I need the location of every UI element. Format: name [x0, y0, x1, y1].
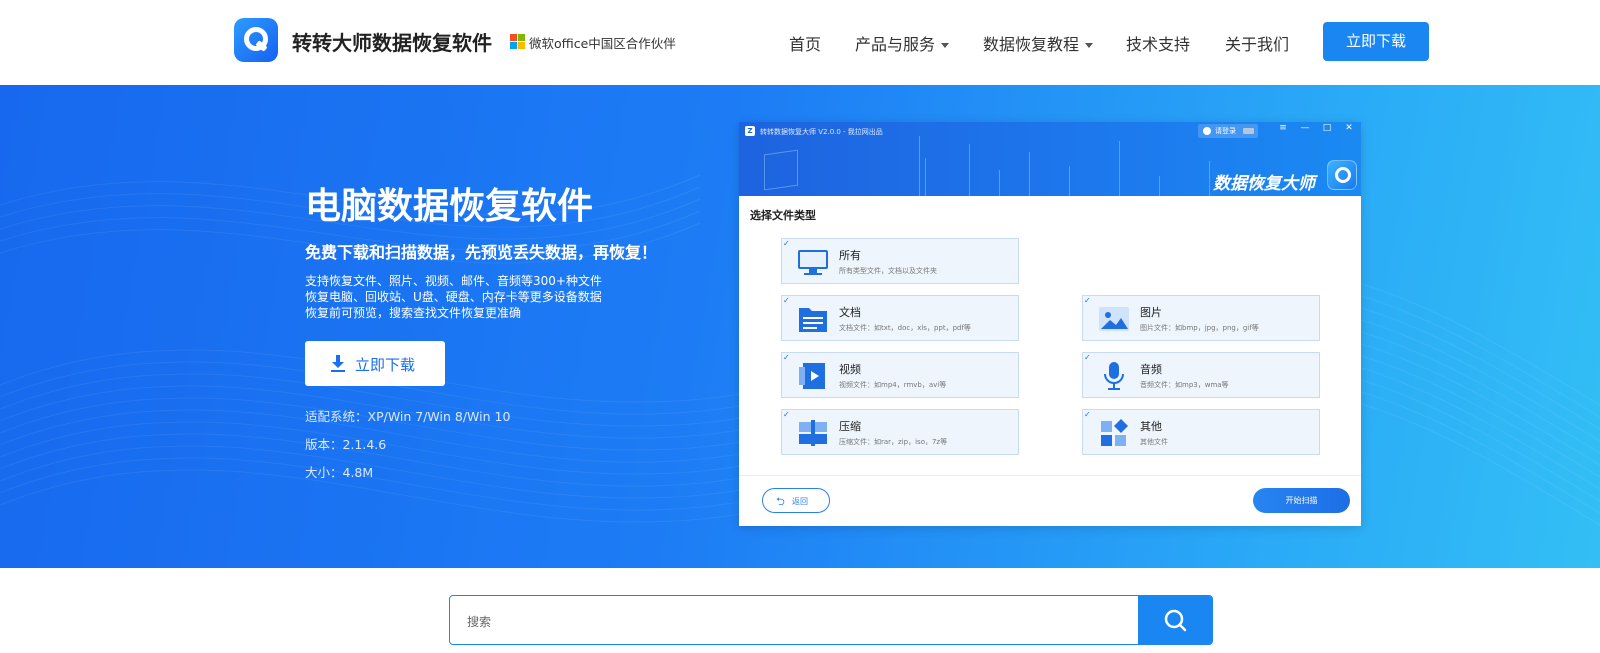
monitor-icon — [798, 250, 828, 275]
hero-title: 电脑数据恢复软件 — [305, 186, 594, 227]
checkbox-icon[interactable]: ✓ — [783, 239, 790, 248]
hero-subtitle: 免费下载和扫描数据，先预览丢失数据，再恢复！ — [305, 243, 658, 262]
checkbox-icon[interactable]: ✓ — [1084, 296, 1091, 305]
app-icon: Z — [745, 126, 755, 136]
microphone-icon — [1104, 362, 1124, 390]
card-description: 视频文件：如mp4，rmvb，avi等 — [839, 381, 947, 389]
menu-icon[interactable]: ≡ — [1276, 123, 1290, 133]
start-scan-button[interactable]: 开始扫描 — [1253, 488, 1350, 513]
search-button[interactable] — [1138, 596, 1212, 644]
document-icon — [799, 308, 827, 332]
checkbox-icon[interactable]: ✓ — [783, 296, 790, 305]
vip-badge-icon — [1243, 128, 1254, 134]
nav-support[interactable]: 技术支持 — [1126, 31, 1190, 55]
nav-products-label: 产品与服务 — [855, 35, 936, 54]
search-icon — [1164, 609, 1187, 632]
card-name: 图片 — [1140, 306, 1162, 319]
checkbox-icon[interactable]: ✓ — [1084, 410, 1091, 419]
app-window-title: 转转数据恢复大师 V2.0.0 - 我拉网出品 — [760, 128, 883, 136]
file-type-card-images[interactable]: ✓ 图片 图片文件：如bmp，jpg，png，gif等 — [1082, 295, 1320, 341]
nav-tutorials-label: 数据恢复教程 — [983, 35, 1080, 54]
nav-about-label: 关于我们 — [1225, 35, 1290, 54]
nav-support-label: 技术支持 — [1126, 35, 1191, 54]
checkbox-icon[interactable]: ✓ — [1084, 353, 1091, 362]
search-input[interactable]: 搜索 — [467, 613, 491, 630]
back-arrow-icon: ⮌ — [776, 495, 785, 508]
card-description: 所有类型文件，文档以及文件夹 — [839, 267, 937, 275]
nav-home[interactable]: 首页 — [789, 31, 821, 55]
hero-feature: 恢复前可预览，搜索查找文件恢复更准确 — [305, 306, 522, 320]
file-type-card-video[interactable]: ✓ 视频 视频文件：如mp4，rmvb，avi等 — [781, 352, 1019, 398]
system-requirements: 适配系统：XP/Win 7/Win 8/Win 10 — [305, 409, 511, 424]
login-label: 请登录 — [1215, 127, 1236, 135]
video-icon — [799, 363, 825, 389]
file-type-card-other[interactable]: ✓ 其他 其他文件 — [1082, 409, 1320, 455]
card-description: 图片文件：如bmp，jpg，png，gif等 — [1140, 324, 1259, 332]
nav-products[interactable]: 产品与服务 — [855, 31, 950, 55]
header-download-button[interactable]: 立即下载 — [1323, 22, 1429, 61]
card-name: 所有 — [839, 249, 861, 262]
hero-feature: 恢复电脑、回收站、U盘、硬盘、内存卡等更多设备数据 — [305, 290, 602, 304]
card-name: 视频 — [839, 363, 861, 376]
brand-logo-icon[interactable] — [234, 18, 278, 62]
caret-down-icon — [941, 43, 950, 48]
checkbox-icon[interactable]: ✓ — [783, 410, 790, 419]
app-logo-icon — [1327, 160, 1357, 190]
close-icon[interactable]: ✕ — [1342, 123, 1356, 133]
file-type-card-documents[interactable]: ✓ 文档 文档文件：如txt，doc，xls，ppt，pdf等 — [781, 295, 1019, 341]
user-icon — [1203, 127, 1211, 135]
download-icon — [331, 355, 345, 372]
size-info: 大小：4.8M — [305, 465, 374, 480]
card-description: 其他文件 — [1140, 438, 1168, 446]
app-preview-window: Z 转转数据恢复大师 V2.0.0 - 我拉网出品 请登录 ≡ — □ ✕ 数据… — [739, 122, 1361, 526]
search-bar[interactable]: 搜索 — [449, 595, 1213, 645]
back-button[interactable]: ⮌ 返回 — [762, 488, 830, 513]
nav-tutorials[interactable]: 数据恢复教程 — [983, 31, 1094, 55]
section-title: 选择文件类型 — [750, 209, 816, 222]
login-button[interactable]: 请登录 — [1198, 124, 1258, 138]
hero-download-button[interactable]: 立即下载 — [305, 341, 445, 386]
maximize-icon[interactable]: □ — [1320, 123, 1334, 133]
microsoft-logo-icon — [510, 34, 525, 49]
checkbox-icon[interactable]: ✓ — [783, 353, 790, 362]
divider — [739, 475, 1361, 476]
card-name: 压缩 — [839, 420, 861, 433]
brand-name[interactable]: 转转大师数据恢复软件 — [292, 27, 492, 56]
back-label: 返回 — [792, 497, 808, 506]
caret-down-icon — [1085, 43, 1094, 48]
card-name: 音频 — [1140, 363, 1162, 376]
card-description: 压缩文件：如rar，zip，iso，7z等 — [839, 438, 948, 446]
image-icon — [1099, 307, 1129, 331]
app-titlebar: Z 转转数据恢复大师 V2.0.0 - 我拉网出品 请登录 ≡ — □ ✕ 数据… — [739, 122, 1361, 196]
nav-about[interactable]: 关于我们 — [1225, 31, 1289, 55]
hero-download-label: 立即下载 — [355, 356, 416, 374]
site-header: 转转大师数据恢复软件 微软office中国区合作伙伴 首页 产品与服务 数据恢复… — [0, 0, 1600, 85]
version-info: 版本：2.1.4.6 — [305, 437, 387, 452]
app-brand-name: 数据恢复大师 — [1213, 174, 1315, 194]
hero-feature: 支持恢复文件、照片、视频、邮件、音频等300+种文件 — [305, 274, 602, 288]
file-type-card-all[interactable]: ✓ 所有 所有类型文件，文档以及文件夹 — [781, 238, 1019, 284]
file-type-card-audio[interactable]: ✓ 音频 音频文件：如mp3，wma等 — [1082, 352, 1320, 398]
hero-banner: 电脑数据恢复软件 免费下载和扫描数据，先预览丢失数据，再恢复！ 支持恢复文件、照… — [0, 85, 1600, 568]
archive-icon — [799, 420, 827, 446]
card-name: 其他 — [1140, 420, 1162, 433]
nav-home-label: 首页 — [789, 35, 822, 54]
minimize-icon[interactable]: — — [1298, 123, 1312, 133]
card-name: 文档 — [839, 306, 861, 319]
decorative-panel-icon — [764, 149, 798, 191]
card-description: 音频文件：如mp3，wma等 — [1140, 381, 1229, 389]
file-type-card-archive[interactable]: ✓ 压缩 压缩文件：如rar，zip，iso，7z等 — [781, 409, 1019, 455]
other-icon — [1101, 419, 1128, 446]
card-description: 文档文件：如txt，doc，xls，ppt，pdf等 — [839, 324, 971, 332]
partner-badge: 微软office中国区合作伙伴 — [529, 36, 676, 51]
